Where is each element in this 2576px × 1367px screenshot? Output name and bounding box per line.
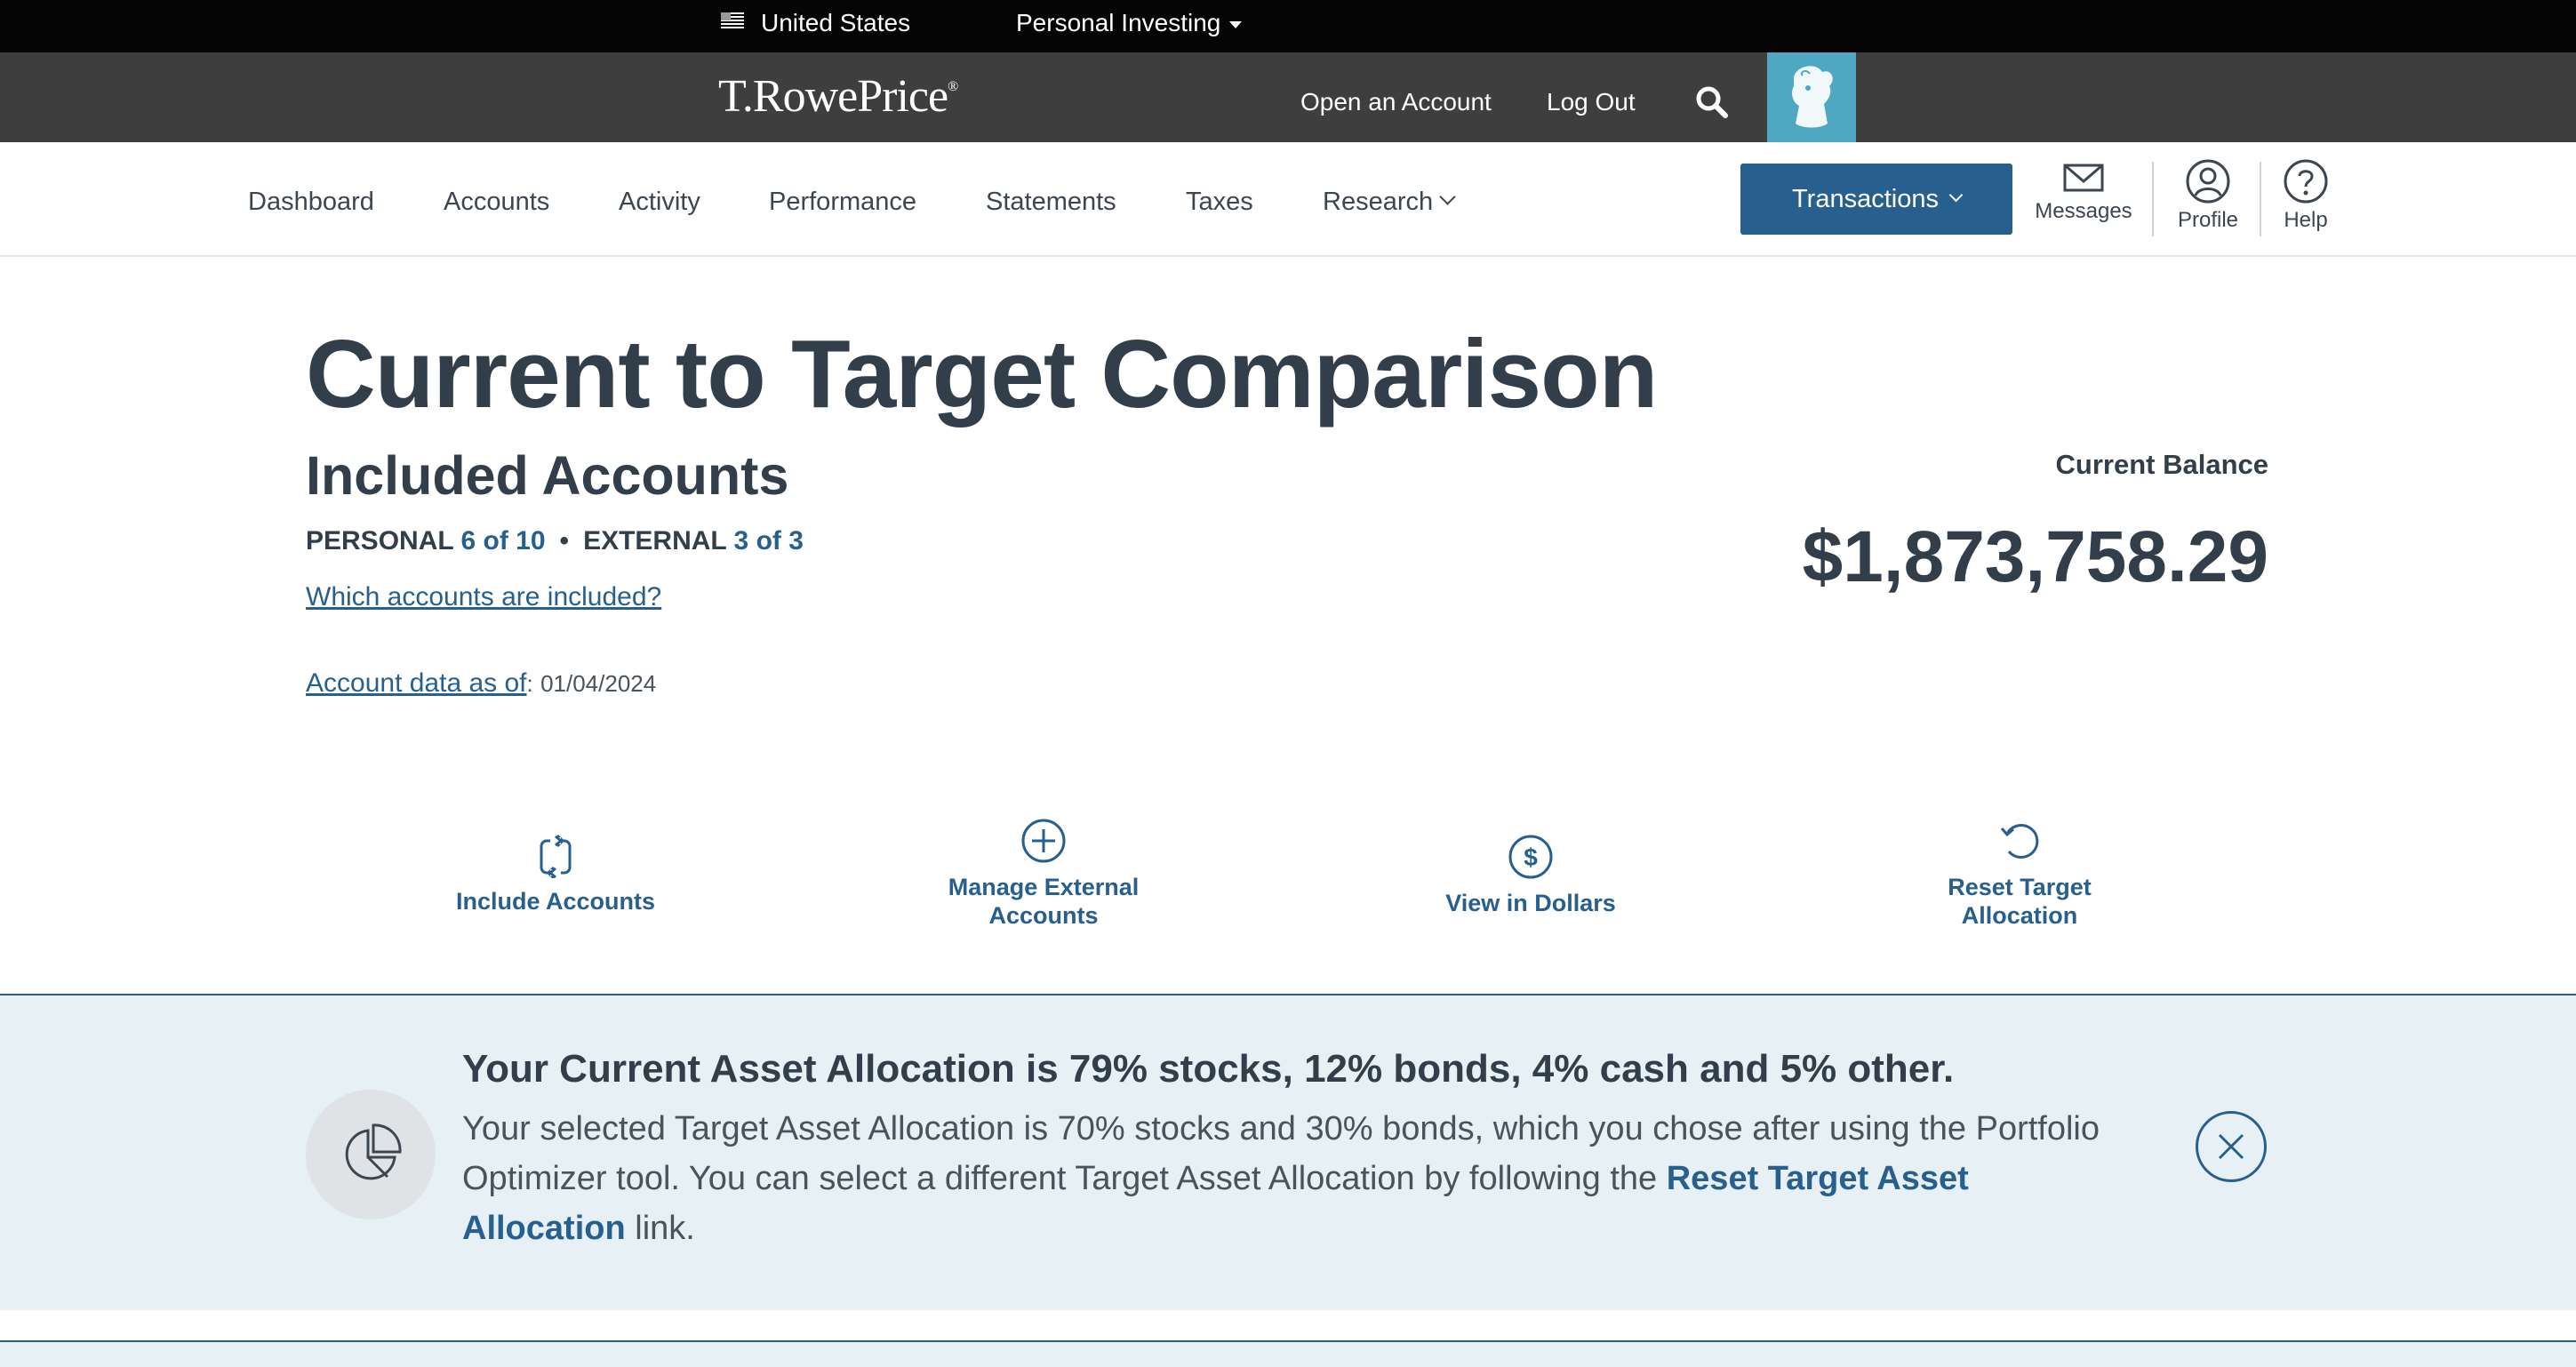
country-selector[interactable]: United States bbox=[761, 9, 910, 37]
section-gap bbox=[0, 1310, 2576, 1340]
messages-label: Messages bbox=[2035, 199, 2132, 223]
profile-label: Profile bbox=[2177, 208, 2239, 232]
troweprice-logo[interactable]: T.RowePrice® bbox=[718, 70, 958, 123]
nav-dashboard[interactable]: Dashboard bbox=[248, 188, 374, 217]
reset-icon bbox=[2000, 824, 2039, 859]
account-data-as-of: Account data as of: 01/04/2024 bbox=[306, 668, 656, 699]
included-accounts-heading: Included Accounts bbox=[306, 445, 789, 506]
plus-circle-icon bbox=[1021, 819, 1066, 863]
page-title: Current to Target Comparison bbox=[306, 320, 1658, 428]
account-counts: PERSONAL 6 of 10 • EXTERNAL 3 of 3 bbox=[306, 526, 804, 556]
log-out-link[interactable]: Log Out bbox=[1547, 88, 1636, 116]
svg-text:$: $ bbox=[1524, 843, 1538, 871]
nav-accounts[interactable]: Accounts bbox=[444, 188, 549, 217]
asof-colon: : bbox=[526, 670, 533, 697]
close-banner-button[interactable] bbox=[2196, 1111, 2267, 1182]
view-in-dollars-button[interactable]: $ View in Dollars bbox=[1380, 834, 1682, 917]
envelope-icon bbox=[2063, 164, 2104, 192]
allocation-banner: Your Current Asset Allocation is 79% sto… bbox=[0, 994, 2576, 1314]
next-section-band bbox=[0, 1340, 2576, 1367]
reset-target-label-1: Reset Target bbox=[1948, 874, 2092, 900]
which-accounts-link[interactable]: Which accounts are included? bbox=[306, 582, 661, 612]
manage-external-label-2: Accounts bbox=[988, 902, 1099, 929]
nav-statements[interactable]: Statements bbox=[986, 188, 1116, 217]
help-icon bbox=[2284, 159, 2328, 204]
allocation-description: Your selected Target Asset Allocation is… bbox=[462, 1104, 2133, 1253]
search-icon[interactable] bbox=[1694, 84, 1730, 120]
utility-bar: United States Personal Investing bbox=[0, 0, 2576, 52]
account-data-as-of-link[interactable]: Account data as of bbox=[306, 668, 527, 698]
chevron-down-icon bbox=[1948, 188, 1964, 203]
pie-chart-icon bbox=[345, 1123, 402, 1180]
external-label: EXTERNAL bbox=[583, 526, 727, 556]
reset-target-allocation-button[interactable]: Reset Target Allocation bbox=[1868, 818, 2171, 930]
personal-label: PERSONAL bbox=[306, 526, 454, 556]
bighorn-ram-logo-icon bbox=[1767, 52, 1856, 142]
open-account-link[interactable]: Open an Account bbox=[1300, 88, 1492, 116]
divider bbox=[2152, 162, 2154, 236]
brand-header: T.RowePrice® Open an Account Log Out bbox=[0, 52, 2576, 142]
registered-mark: ® bbox=[948, 79, 958, 94]
chevron-down-icon bbox=[1439, 188, 1456, 205]
transactions-button[interactable]: Transactions bbox=[1740, 164, 2012, 235]
main-nav: Dashboard Accounts Activity Performance … bbox=[0, 142, 2576, 257]
include-accounts-button[interactable]: Include Accounts bbox=[404, 834, 707, 915]
asof-date: 01/04/2024 bbox=[540, 670, 657, 697]
user-icon bbox=[2186, 159, 2230, 204]
divider bbox=[2260, 162, 2261, 236]
help-label: Help bbox=[2284, 208, 2328, 232]
refresh-accounts-icon bbox=[540, 834, 572, 878]
segment-selector[interactable]: Personal Investing bbox=[1016, 9, 1243, 37]
nav-taxes[interactable]: Taxes bbox=[1186, 188, 1253, 217]
caret-down-icon bbox=[1229, 20, 1243, 28]
transactions-label: Transactions bbox=[1792, 185, 1939, 213]
pie-chart-icon-container bbox=[306, 1090, 436, 1219]
separator-dot: • bbox=[559, 526, 570, 556]
logo-text: T.RowePrice bbox=[718, 71, 948, 122]
external-count: 3 of 3 bbox=[733, 526, 804, 556]
help-button[interactable]: Help bbox=[2271, 158, 2340, 233]
segment-label: Personal Investing bbox=[1016, 9, 1221, 36]
dollar-circle-icon: $ bbox=[1508, 835, 1553, 879]
view-in-dollars-label: View in Dollars bbox=[1445, 890, 1616, 916]
personal-count: 6 of 10 bbox=[460, 526, 546, 556]
us-flag-icon bbox=[721, 12, 744, 28]
messages-button[interactable]: Messages bbox=[2030, 160, 2137, 224]
close-icon bbox=[2218, 1133, 2244, 1160]
nav-research-label: Research bbox=[1323, 188, 1434, 216]
include-accounts-label: Include Accounts bbox=[455, 888, 656, 915]
profile-button[interactable]: Profile bbox=[2169, 158, 2247, 233]
reset-target-label-2: Allocation bbox=[1961, 902, 2078, 929]
current-balance-label: Current Balance bbox=[2055, 449, 2268, 480]
nav-activity[interactable]: Activity bbox=[619, 188, 700, 217]
current-balance-value: $1,873,758.29 bbox=[1802, 516, 2268, 597]
allocation-heading: Your Current Asset Allocation is 79% sto… bbox=[462, 1047, 1955, 1091]
manage-external-accounts-button[interactable]: Manage External Accounts bbox=[892, 818, 1195, 930]
nav-research[interactable]: Research bbox=[1323, 188, 1456, 217]
allocation-text-end: link. bbox=[625, 1210, 695, 1247]
nav-performance[interactable]: Performance bbox=[769, 188, 916, 217]
manage-external-label-1: Manage External bbox=[948, 874, 1140, 900]
